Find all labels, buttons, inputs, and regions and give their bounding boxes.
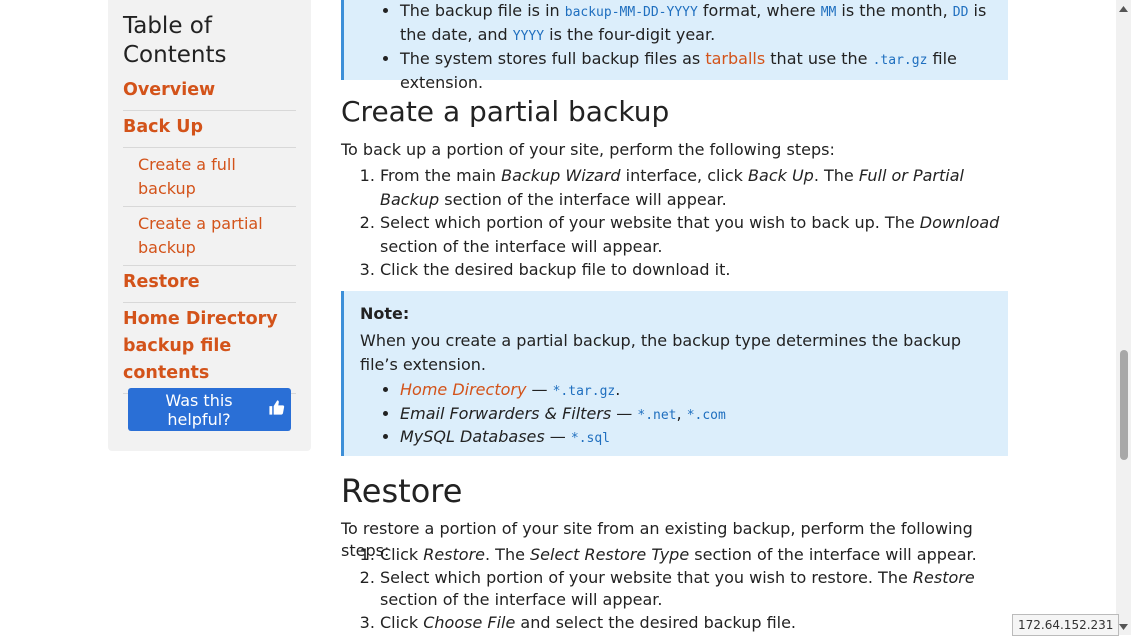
ip-address-badge: 172.64.152.231: [1012, 614, 1120, 636]
code-snippet: backup-MM-DD-YYYY: [564, 5, 698, 20]
code-snippet: *.com: [686, 407, 726, 423]
code-snippet: YYYY: [512, 29, 545, 44]
extension-list: Home Directory — *.tar.gz. Email Forward…: [360, 379, 992, 450]
list-item: The backup file is in backup-MM-DD-YYYY …: [400, 0, 992, 48]
toc-link-restore[interactable]: Restore: [123, 266, 296, 303]
list-item: Click Restore. The Select Restore Type s…: [380, 544, 1009, 567]
toc-title: Table of Contents: [123, 13, 227, 68]
scroll-up-arrow-icon[interactable]: [1116, 0, 1131, 17]
list-item: The system stores full backup files as t…: [400, 48, 992, 94]
list-item: Select which portion of your website tha…: [380, 211, 1009, 258]
code-snippet: *.tar.gz: [552, 384, 616, 399]
code-snippet: *.net: [637, 407, 677, 423]
thumbs-up-icon: [268, 399, 285, 420]
note-body: When you create a partial backup, the ba…: [360, 331, 961, 374]
code-snippet: *.sql: [570, 431, 611, 446]
partial-backup-intro: To back up a portion of your site, perfo…: [341, 140, 835, 159]
was-this-helpful-button[interactable]: Was this helpful?: [128, 388, 291, 431]
list-item: Click the desired backup file to downloa…: [380, 258, 1009, 282]
home-directory-link[interactable]: Home Directory: [400, 380, 526, 399]
note-callout: Note: When you create a partial backup, …: [341, 291, 1008, 456]
list-item: From the main Backup Wizard interface, c…: [380, 164, 1009, 211]
list-item: Select which portion of your website tha…: [380, 567, 1009, 612]
list-item: Email Forwarders & Filters — *.net, *.co…: [400, 403, 992, 427]
list-item: MySQL Databases — *.sql: [400, 426, 992, 450]
code-snippet: .tar.gz: [872, 53, 928, 68]
code-snippet: DD: [952, 5, 969, 20]
code-snippet: MM: [820, 5, 837, 20]
toc-link-back-up[interactable]: Back Up: [123, 111, 296, 148]
toc-link-create-full-backup[interactable]: Create a full backup: [123, 148, 296, 207]
toc-link-home-directory-contents[interactable]: Home Directory backup file contents: [123, 303, 296, 394]
partial-backup-steps: From the main Backup Wizard interface, c…: [341, 164, 1009, 282]
backup-file-callout: The backup file is in backup-MM-DD-YYYY …: [341, 0, 1008, 92]
scrollbar-thumb[interactable]: [1120, 350, 1128, 460]
backup-file-list: The backup file is in backup-MM-DD-YYYY …: [360, 0, 992, 94]
note-title: Note:: [360, 304, 410, 323]
section-heading-partial-backup: Create a partial backup: [341, 95, 670, 128]
list-item: Home Directory — *.tar.gz.: [400, 379, 992, 403]
toc-link-overview[interactable]: Overview: [123, 74, 296, 111]
restore-steps: Click Restore. The Select Restore Type s…: [341, 544, 1009, 634]
vertical-scrollbar[interactable]: [1116, 0, 1131, 635]
was-this-helpful-label: Was this helpful?: [165, 390, 233, 429]
toc-link-create-partial-backup[interactable]: Create a partial backup: [123, 207, 296, 266]
list-item: Click Choose File and select the desired…: [380, 612, 1009, 635]
section-heading-restore: Restore: [341, 472, 463, 510]
tarballs-link[interactable]: tarballs: [705, 49, 765, 68]
table-of-contents: Table of Contents Overview Back Up Creat…: [108, 0, 311, 451]
